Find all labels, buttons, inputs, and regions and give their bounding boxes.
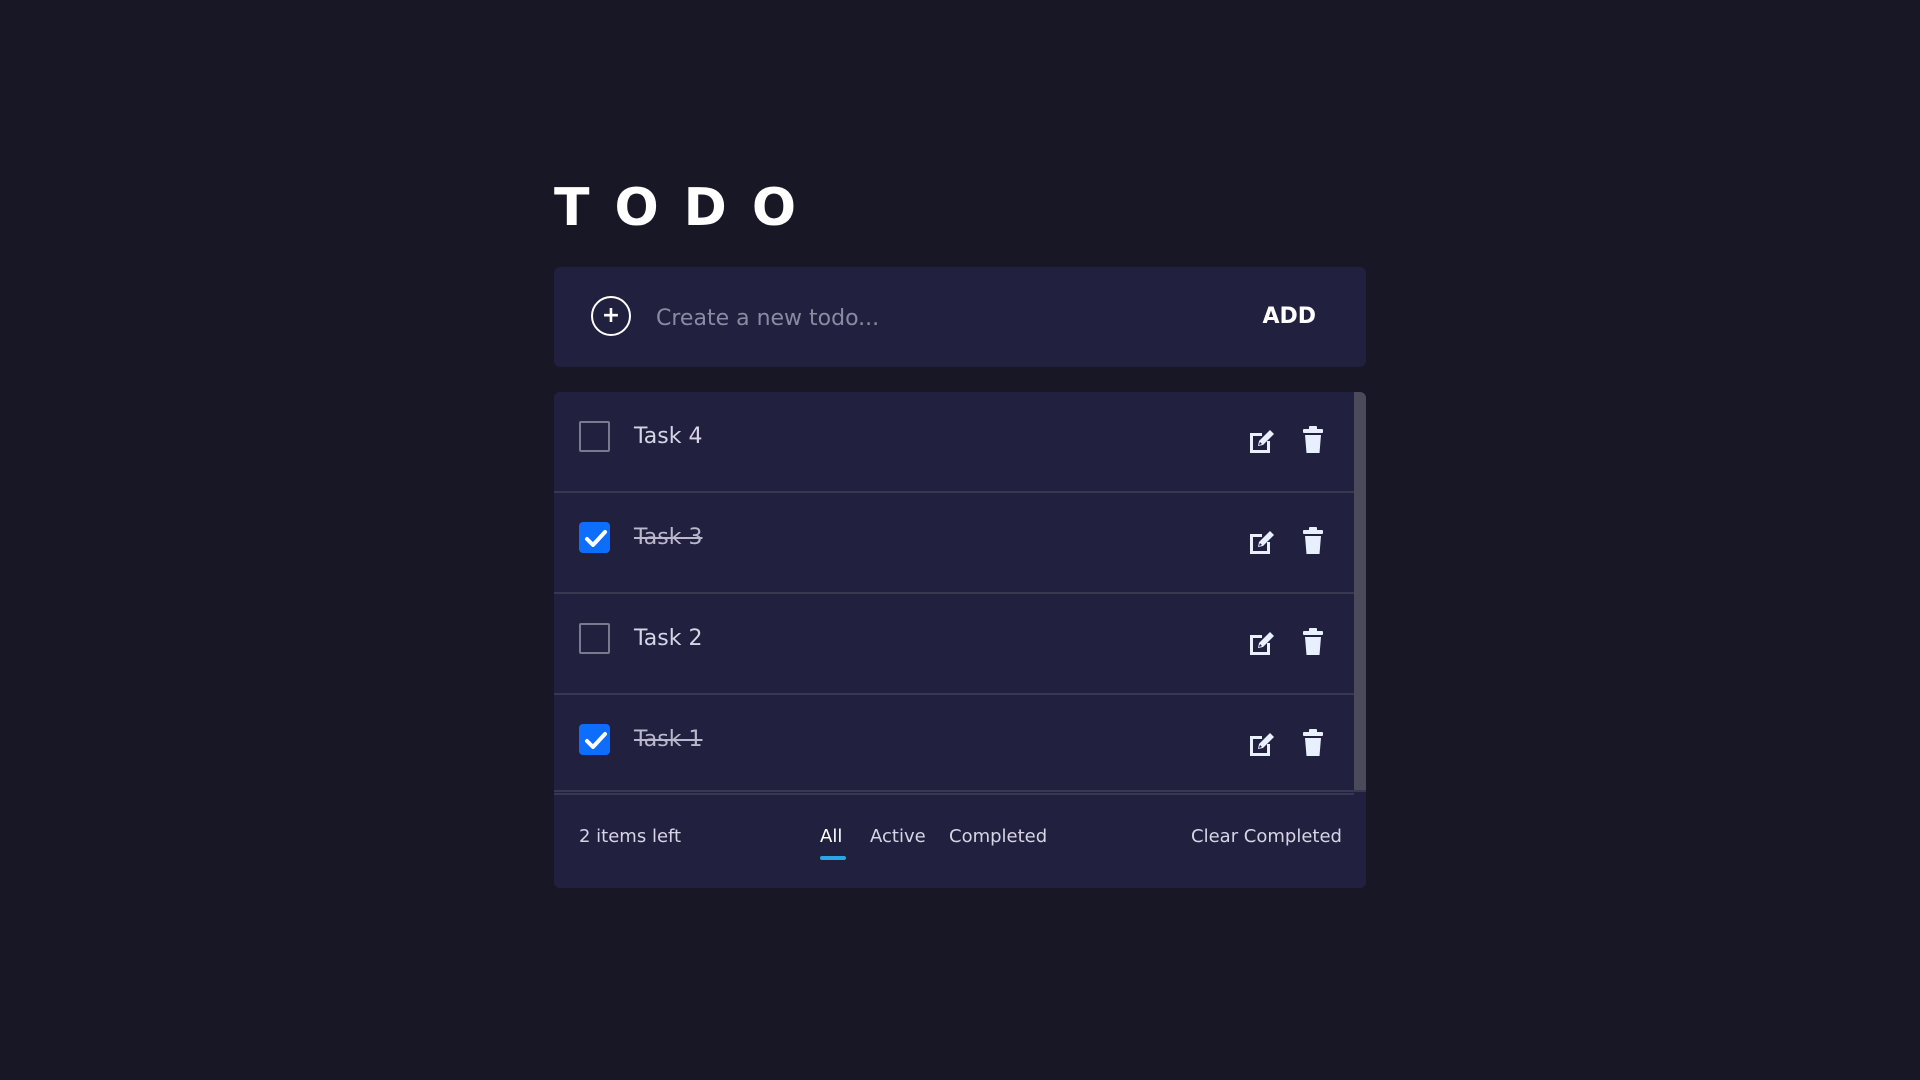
- clear-completed-button[interactable]: Clear Completed: [1191, 826, 1342, 847]
- todo-checkbox[interactable]: [579, 724, 610, 755]
- list-footer: 2 items left All Active Completed Clear …: [554, 790, 1366, 888]
- filter-all[interactable]: All: [820, 826, 842, 847]
- add-button[interactable]: ADD: [1262, 297, 1316, 337]
- todo-label: Task 2: [634, 626, 703, 651]
- scrollbar[interactable]: [1354, 392, 1366, 790]
- todo-label: Task 3: [634, 525, 703, 550]
- items-left-count: 2 items left: [579, 826, 682, 847]
- todo-row: Task 2: [554, 594, 1354, 695]
- edit-icon[interactable]: [1245, 525, 1277, 557]
- todo-checkbox[interactable]: [579, 623, 610, 654]
- page-title: TODO: [554, 178, 822, 238]
- trash-icon[interactable]: [1297, 424, 1329, 456]
- filter-active[interactable]: Active: [870, 826, 926, 847]
- todo-checkbox[interactable]: [579, 421, 610, 452]
- todo-list: Task 4 Task 3 Task 2 Task 1: [554, 392, 1354, 795]
- todo-label: Task 4: [634, 424, 703, 449]
- edit-icon[interactable]: [1245, 424, 1277, 456]
- todo-list-card: Task 4 Task 3 Task 2 Task 1 2 items left Al…: [554, 392, 1366, 888]
- trash-icon[interactable]: [1297, 525, 1329, 557]
- plus-circle-icon[interactable]: +: [591, 296, 631, 336]
- trash-icon[interactable]: [1297, 727, 1329, 759]
- active-filter-underline: [820, 856, 846, 860]
- new-todo-input[interactable]: [654, 292, 1218, 344]
- todo-checkbox[interactable]: [579, 522, 610, 553]
- edit-icon[interactable]: [1245, 727, 1277, 759]
- trash-icon[interactable]: [1297, 626, 1329, 658]
- new-todo-bar: + ADD: [554, 267, 1366, 367]
- todo-row: Task 3: [554, 493, 1354, 594]
- todo-row: Task 4: [554, 392, 1354, 493]
- filter-completed[interactable]: Completed: [949, 826, 1047, 847]
- edit-icon[interactable]: [1245, 626, 1277, 658]
- todo-label: Task 1: [634, 727, 703, 752]
- todo-row: Task 1: [554, 695, 1354, 795]
